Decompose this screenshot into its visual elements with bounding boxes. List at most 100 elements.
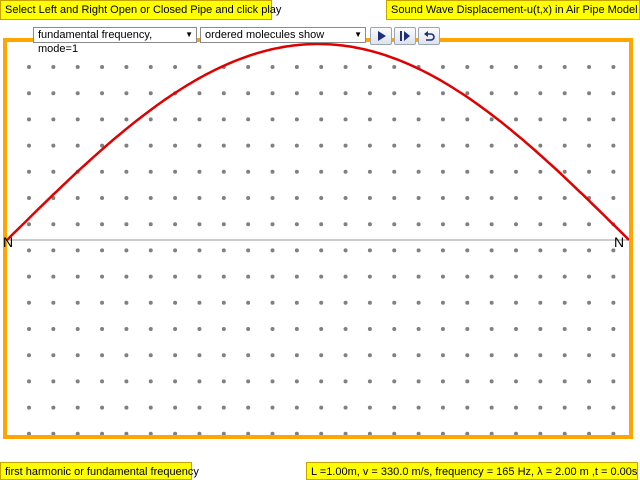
air-molecule bbox=[197, 274, 202, 279]
chevron-down-icon: ▼ bbox=[185, 30, 193, 39]
air-molecule bbox=[440, 353, 445, 358]
air-molecule bbox=[270, 379, 275, 384]
air-molecule bbox=[100, 117, 105, 122]
air-molecule bbox=[343, 405, 348, 410]
air-molecule bbox=[100, 379, 105, 384]
air-molecule bbox=[51, 143, 56, 148]
air-molecule bbox=[367, 353, 372, 358]
air-molecule bbox=[221, 91, 226, 96]
air-molecule bbox=[148, 143, 153, 148]
air-molecule bbox=[489, 300, 494, 305]
reset-button[interactable] bbox=[418, 27, 440, 45]
air-molecule bbox=[465, 405, 470, 410]
air-molecule bbox=[514, 405, 518, 410]
air-molecule bbox=[27, 405, 31, 410]
air-molecule bbox=[100, 300, 105, 305]
air-molecule bbox=[392, 143, 397, 148]
air-molecule bbox=[465, 353, 470, 358]
air-molecule bbox=[562, 248, 567, 253]
right-node-label: N bbox=[614, 234, 625, 250]
air-molecule bbox=[416, 405, 421, 410]
air-molecule bbox=[124, 274, 129, 279]
air-molecule bbox=[51, 169, 56, 174]
air-molecule bbox=[514, 379, 518, 384]
air-molecule bbox=[538, 222, 543, 227]
step-button[interactable] bbox=[394, 27, 416, 45]
air-molecule bbox=[440, 431, 445, 435]
air-molecule bbox=[343, 65, 348, 69]
air-molecule bbox=[392, 327, 397, 331]
air-molecule bbox=[392, 300, 397, 305]
air-molecule bbox=[587, 274, 592, 279]
air-molecule bbox=[465, 248, 470, 253]
air-molecule bbox=[587, 327, 592, 331]
air-molecule bbox=[319, 300, 324, 305]
air-molecule bbox=[148, 353, 153, 358]
air-molecule bbox=[173, 353, 178, 358]
air-molecule bbox=[611, 169, 616, 174]
air-molecule bbox=[51, 431, 56, 435]
air-molecule bbox=[124, 379, 129, 384]
air-molecule bbox=[221, 196, 226, 200]
play-button[interactable] bbox=[370, 27, 392, 45]
air-molecule bbox=[587, 222, 592, 227]
air-molecule bbox=[173, 327, 178, 331]
air-molecule bbox=[221, 405, 226, 410]
air-molecule bbox=[27, 327, 31, 331]
air-molecule bbox=[75, 353, 80, 358]
air-molecule bbox=[294, 196, 299, 200]
wave-plot bbox=[7, 42, 629, 435]
air-molecule bbox=[173, 248, 178, 253]
air-molecule bbox=[392, 405, 397, 410]
air-molecule bbox=[538, 143, 543, 148]
air-molecule bbox=[173, 300, 178, 305]
air-molecule bbox=[246, 379, 251, 384]
air-molecule bbox=[611, 143, 616, 148]
air-molecule bbox=[465, 91, 470, 96]
air-molecule bbox=[319, 222, 324, 227]
air-molecule bbox=[538, 379, 543, 384]
air-molecule bbox=[270, 169, 275, 174]
air-molecule bbox=[538, 405, 543, 410]
parameters-label: L =1.00m, v = 330.0 m/s, frequency = 165… bbox=[306, 462, 638, 480]
air-molecule bbox=[562, 300, 567, 305]
air-molecule bbox=[124, 222, 129, 227]
air-molecule bbox=[538, 431, 543, 435]
air-molecule bbox=[489, 91, 494, 96]
air-molecule bbox=[416, 379, 421, 384]
air-molecule bbox=[343, 91, 348, 96]
step-forward-icon bbox=[400, 31, 410, 41]
air-molecule bbox=[27, 248, 31, 253]
air-molecule bbox=[587, 431, 592, 435]
air-molecule bbox=[587, 143, 592, 148]
air-molecule bbox=[367, 405, 372, 410]
air-molecule bbox=[124, 143, 129, 148]
air-molecule bbox=[416, 117, 421, 122]
air-molecule bbox=[343, 431, 348, 435]
air-molecule bbox=[294, 143, 299, 148]
air-molecule bbox=[367, 196, 372, 200]
air-molecule bbox=[246, 91, 251, 96]
air-molecule bbox=[246, 169, 251, 174]
air-molecule bbox=[514, 353, 518, 358]
air-molecule bbox=[246, 405, 251, 410]
view-select[interactable]: ordered molecules show ▼ bbox=[200, 27, 366, 43]
air-molecule bbox=[148, 431, 153, 435]
air-molecule bbox=[416, 353, 421, 358]
air-molecule bbox=[416, 300, 421, 305]
air-molecule bbox=[562, 353, 567, 358]
air-molecule bbox=[294, 117, 299, 122]
air-molecule bbox=[173, 169, 178, 174]
air-molecule bbox=[27, 91, 31, 96]
air-molecule bbox=[197, 143, 202, 148]
air-molecule bbox=[27, 431, 31, 435]
air-molecule bbox=[562, 327, 567, 331]
air-molecule bbox=[221, 379, 226, 384]
air-molecule bbox=[465, 143, 470, 148]
air-molecule bbox=[611, 353, 616, 358]
mode-select[interactable]: fundamental frequency, mode=1 ▼ bbox=[33, 27, 197, 55]
air-molecule bbox=[611, 327, 616, 331]
air-molecule bbox=[246, 300, 251, 305]
air-molecule bbox=[148, 169, 153, 174]
air-molecule bbox=[611, 300, 616, 305]
